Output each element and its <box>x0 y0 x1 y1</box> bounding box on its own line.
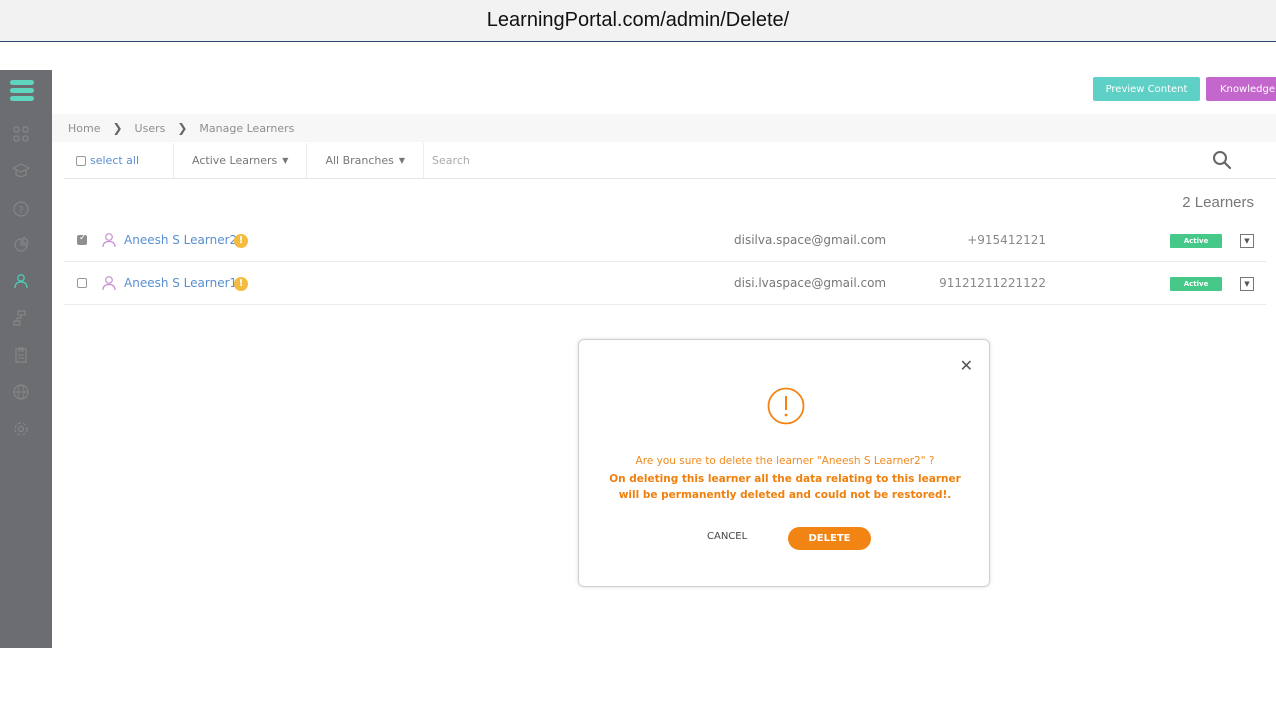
breadcrumb-manage-learners: Manage Learners <box>199 121 295 135</box>
breadcrumb: Home ❯ Users ❯ Manage Learners <box>52 114 1276 142</box>
preview-content-button[interactable]: Preview Content <box>1093 77 1200 101</box>
alert-icon[interactable]: ! <box>234 234 248 248</box>
learner-count: 2 Learners <box>1182 194 1254 211</box>
select-all-label[interactable]: select all <box>90 154 139 167</box>
hierarchy-icon[interactable] <box>11 310 31 330</box>
row-menu-dropdown-icon[interactable]: ▼ <box>1240 277 1254 291</box>
delete-button[interactable]: DELETE <box>788 527 871 550</box>
row-menu-dropdown-icon[interactable]: ▼ <box>1240 234 1254 248</box>
knowledge-base-button[interactable]: Knowledge Base <box>1206 77 1276 101</box>
table-row[interactable]: Aneesh S Learner2 ! disilva.space@gmail.… <box>64 220 1266 262</box>
search-icon[interactable] <box>1212 150 1232 170</box>
learner-email: disi.lvaspace@gmail.com <box>734 276 887 290</box>
sidebar: ? <box>0 70 52 648</box>
filter-bar: select all Active Learners ▼ All Branche… <box>64 143 1276 179</box>
delete-warning-message: On deleting this learner all the data re… <box>609 473 961 501</box>
breadcrumb-users[interactable]: Users <box>135 122 166 135</box>
close-icon[interactable]: ✕ <box>960 356 973 375</box>
learner-status-label: Active Learners <box>192 154 278 167</box>
status-badge: Active <box>1170 234 1222 248</box>
reports-icon[interactable] <box>11 237 31 257</box>
row-checkbox[interactable] <box>77 278 87 288</box>
warning-icon <box>767 387 805 425</box>
branches-dropdown[interactable]: All Branches ▼ <box>307 143 425 178</box>
svg-text:?: ? <box>18 205 23 216</box>
address-bar[interactable]: LearningPortal.com/admin/Delete/ <box>0 0 1276 42</box>
alert-icon[interactable]: ! <box>234 277 248 291</box>
row-checkbox[interactable] <box>77 233 87 245</box>
app-logo-icon[interactable] <box>10 80 34 102</box>
caret-down-icon: ▼ <box>282 156 289 165</box>
learner-phone: +915412121 <box>967 233 1046 247</box>
dashboard-icon[interactable] <box>11 126 31 146</box>
chevron-right-icon: ❯ <box>112 121 123 135</box>
breadcrumb-home[interactable]: Home <box>68 122 100 135</box>
learner-email: disilva.space@gmail.com <box>734 233 887 247</box>
select-all-checkbox[interactable]: select all <box>64 143 174 178</box>
settings-icon[interactable] <box>11 421 31 441</box>
status-badge: Active <box>1170 277 1222 291</box>
learner-name-link[interactable]: Aneesh S Learner2 <box>124 233 237 247</box>
delete-question: Are you sure to delete the learner "Anee… <box>635 455 935 467</box>
delete-confirmation-dialog: ✕ Are you sure to delete the learner "An… <box>578 339 990 587</box>
cancel-button[interactable]: CANCEL <box>707 531 747 542</box>
chevron-right-icon: ❯ <box>177 121 188 135</box>
learner-name-link[interactable]: Aneesh S Learner1 <box>124 276 237 290</box>
help-icon[interactable]: ? <box>11 201 31 221</box>
user-icon <box>102 233 116 248</box>
search-input[interactable]: Search <box>424 154 1276 167</box>
checkbox-icon[interactable] <box>76 155 86 166</box>
branches-label: All Branches <box>325 154 394 167</box>
table-row[interactable]: Aneesh S Learner1 ! disi.lvaspace@gmail.… <box>64 263 1266 305</box>
clipboard-icon[interactable] <box>11 347 31 367</box>
user-icon <box>102 276 116 291</box>
courses-icon[interactable] <box>11 163 31 183</box>
learner-status-dropdown[interactable]: Active Learners ▼ <box>174 143 308 178</box>
users-icon[interactable] <box>11 273 31 293</box>
globe-icon[interactable] <box>11 384 31 404</box>
url-text: LearningPortal.com/admin/Delete/ <box>486 9 790 31</box>
learner-phone: 91121211221122 <box>939 276 1046 290</box>
caret-down-icon: ▼ <box>398 156 406 165</box>
